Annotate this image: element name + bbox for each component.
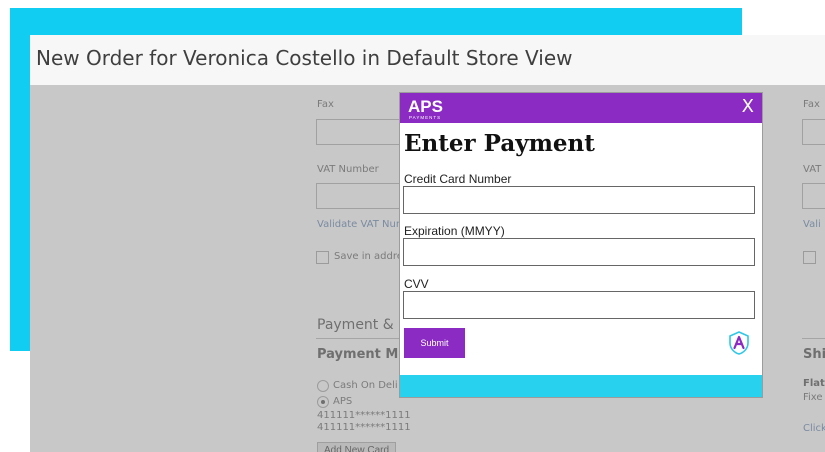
cvv-input[interactable] (403, 291, 755, 319)
page-header: New Order for Veronica Costello in Defau… (30, 35, 825, 85)
close-icon[interactable]: X (742, 96, 754, 118)
card-number-input[interactable] (403, 186, 755, 214)
page-title: New Order for Veronica Costello in Defau… (36, 46, 573, 70)
expiration-input[interactable] (403, 238, 755, 266)
modal-footer (400, 375, 762, 397)
payment-modal: APS PAYMENTS X Enter Payment Credit Card… (399, 92, 763, 398)
card-number-label: Credit Card Number (404, 172, 512, 186)
submit-button[interactable]: Submit (404, 328, 465, 358)
aps-payments-logo: APS PAYMENTS (406, 95, 450, 121)
cvv-label: CVV (404, 277, 429, 291)
modal-title: Enter Payment (404, 130, 595, 157)
svg-text:PAYMENTS: PAYMENTS (409, 115, 441, 120)
svg-text:APS: APS (408, 97, 443, 116)
expiration-label: Expiration (MMYY) (404, 224, 505, 238)
aps-shield-icon (728, 331, 750, 355)
modal-header: APS PAYMENTS X (400, 93, 762, 123)
